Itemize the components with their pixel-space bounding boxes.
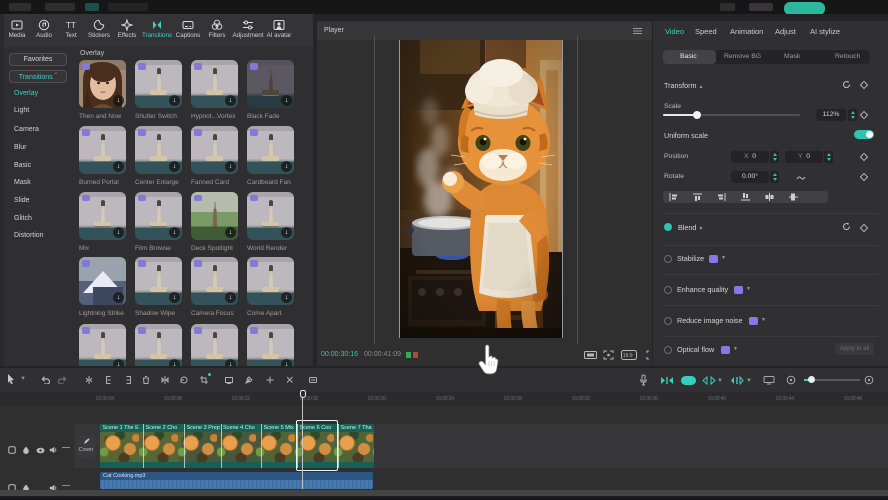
svg-text:16:9: 16:9 (623, 353, 633, 359)
svg-text:TT: TT (66, 21, 76, 30)
